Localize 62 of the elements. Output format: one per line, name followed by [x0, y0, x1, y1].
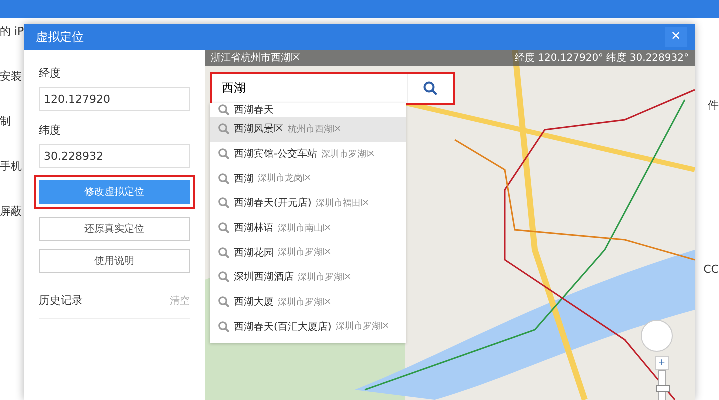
- suggestion-item[interactable]: 西湖风景区 杭州市西湖区: [210, 117, 406, 142]
- suggestion-name: 西湖春天(开元店): [234, 196, 312, 210]
- coordinates-text: 经度 120.127920° 纬度 30.228932°: [514, 52, 689, 65]
- suggestion-area: 深圳市罗湖区: [322, 148, 376, 161]
- search-icon: [218, 197, 230, 210]
- suggestion-area: 深圳市罗湖区: [298, 270, 352, 284]
- background-label: 屏蔽: [0, 204, 23, 219]
- field-label: 经度: [39, 66, 62, 81]
- background-label: 制: [0, 114, 12, 129]
- address-text: 浙江省杭州市西湖区: [211, 52, 301, 65]
- suggestion-item[interactable]: 西湖大厦 深圳市罗湖区: [210, 290, 406, 314]
- search-icon: [218, 271, 230, 284]
- suggestion-item[interactable]: 深圳西湖酒店 深圳市罗湖区: [210, 265, 406, 290]
- background-label: CC: [704, 263, 719, 276]
- close-button[interactable]: ×: [665, 27, 687, 47]
- suggestion-name: 西湖风景区: [234, 122, 284, 136]
- suggestion-name: 西湖: [234, 172, 254, 186]
- suggestion-item[interactable]: 西湖宾馆-公交车站 深圳市罗湖区: [210, 142, 406, 166]
- latitude-field[interactable]: 30.228932: [39, 144, 190, 168]
- search-icon: [218, 148, 230, 160]
- search-icon: [218, 296, 230, 308]
- background-label: 的 iP: [0, 24, 24, 39]
- search-icon: [218, 104, 230, 116]
- search-icon: [218, 222, 230, 234]
- background-label: 件: [708, 98, 719, 113]
- search-field[interactable]: 西湖: [210, 72, 455, 105]
- suggestion-name: 西湖林语: [234, 222, 274, 236]
- suggestion-area: 深圳市南山区: [278, 222, 332, 235]
- suggestion-name: 西湖花园: [234, 246, 274, 260]
- history-title: 历史记录: [39, 293, 83, 308]
- zoom-slider-thumb[interactable]: [656, 384, 670, 392]
- search-icon: [218, 172, 230, 185]
- background-label: 安装: [0, 69, 23, 84]
- suggestion-item[interactable]: 西湖 深圳市龙岗区: [210, 166, 406, 192]
- longitude-field[interactable]: 120.127920: [39, 87, 190, 111]
- dialog-title: 虚拟定位: [36, 28, 84, 46]
- suggestion-name: 西湖春天: [234, 104, 274, 117]
- background-label: 手机: [0, 159, 23, 174]
- suggestion-area: 深圳市福田区: [316, 196, 370, 210]
- field-label: 纬度: [39, 123, 62, 138]
- suggestion-area: 杭州市西湖区: [288, 122, 342, 136]
- suggestion-item[interactable]: 西湖春天: [210, 103, 406, 117]
- secondary-button[interactable]: 使用说明: [39, 249, 190, 273]
- map-placeholder[interactable]: 浙江省杭州市西湖区 经度 120.127920° 纬度 30.228932° 西湖 西湖春天 西湖风景区 杭州市西湖区 西湖宾馆-公交车站 深圳市罗湖区 西湖 深圳市龙岗区 西湖春天(开元店) 深圳市福田区 西湖林语 深圳市南山区 西湖花园 深圳市罗湖区 深圳西湖酒店 深圳市罗湖区 西湖大厦 深圳市罗湖区 西湖春天(百汇大厦店) 深圳市罗湖区 +: [205, 50, 695, 400]
- search-icon: [218, 320, 230, 333]
- suggestion-item[interactable]: 西湖春天(百汇大厦店) 深圳市罗湖区: [210, 314, 406, 340]
- suggestion-area: 深圳市罗湖区: [278, 296, 332, 309]
- suggestion-item[interactable]: 西湖林语 深圳市南山区: [210, 216, 406, 240]
- suggestion-name: 深圳西湖酒店: [234, 270, 294, 284]
- suggestion-item[interactable]: 西湖春天(开元店) 深圳市福田区: [210, 191, 406, 216]
- suggestion-area: 深圳市龙岗区: [258, 172, 312, 186]
- suggestion-area: 深圳市罗湖区: [278, 246, 332, 260]
- search-icon: [218, 123, 230, 136]
- secondary-button[interactable]: 还原真实定位: [39, 217, 190, 241]
- suggestion-name: 西湖大厦: [234, 296, 274, 310]
- suggestion-name: 西湖春天(百汇大厦店): [234, 320, 332, 334]
- zoom-in-button[interactable]: +: [655, 356, 669, 370]
- suggestion-name: 西湖宾馆-公交车站: [234, 148, 318, 162]
- search-icon: [218, 246, 230, 259]
- search-icon: [423, 81, 438, 96]
- suggestion-area: 深圳市罗湖区: [336, 320, 390, 334]
- suggestion-item[interactable]: 西湖花园 深圳市罗湖区: [210, 240, 406, 266]
